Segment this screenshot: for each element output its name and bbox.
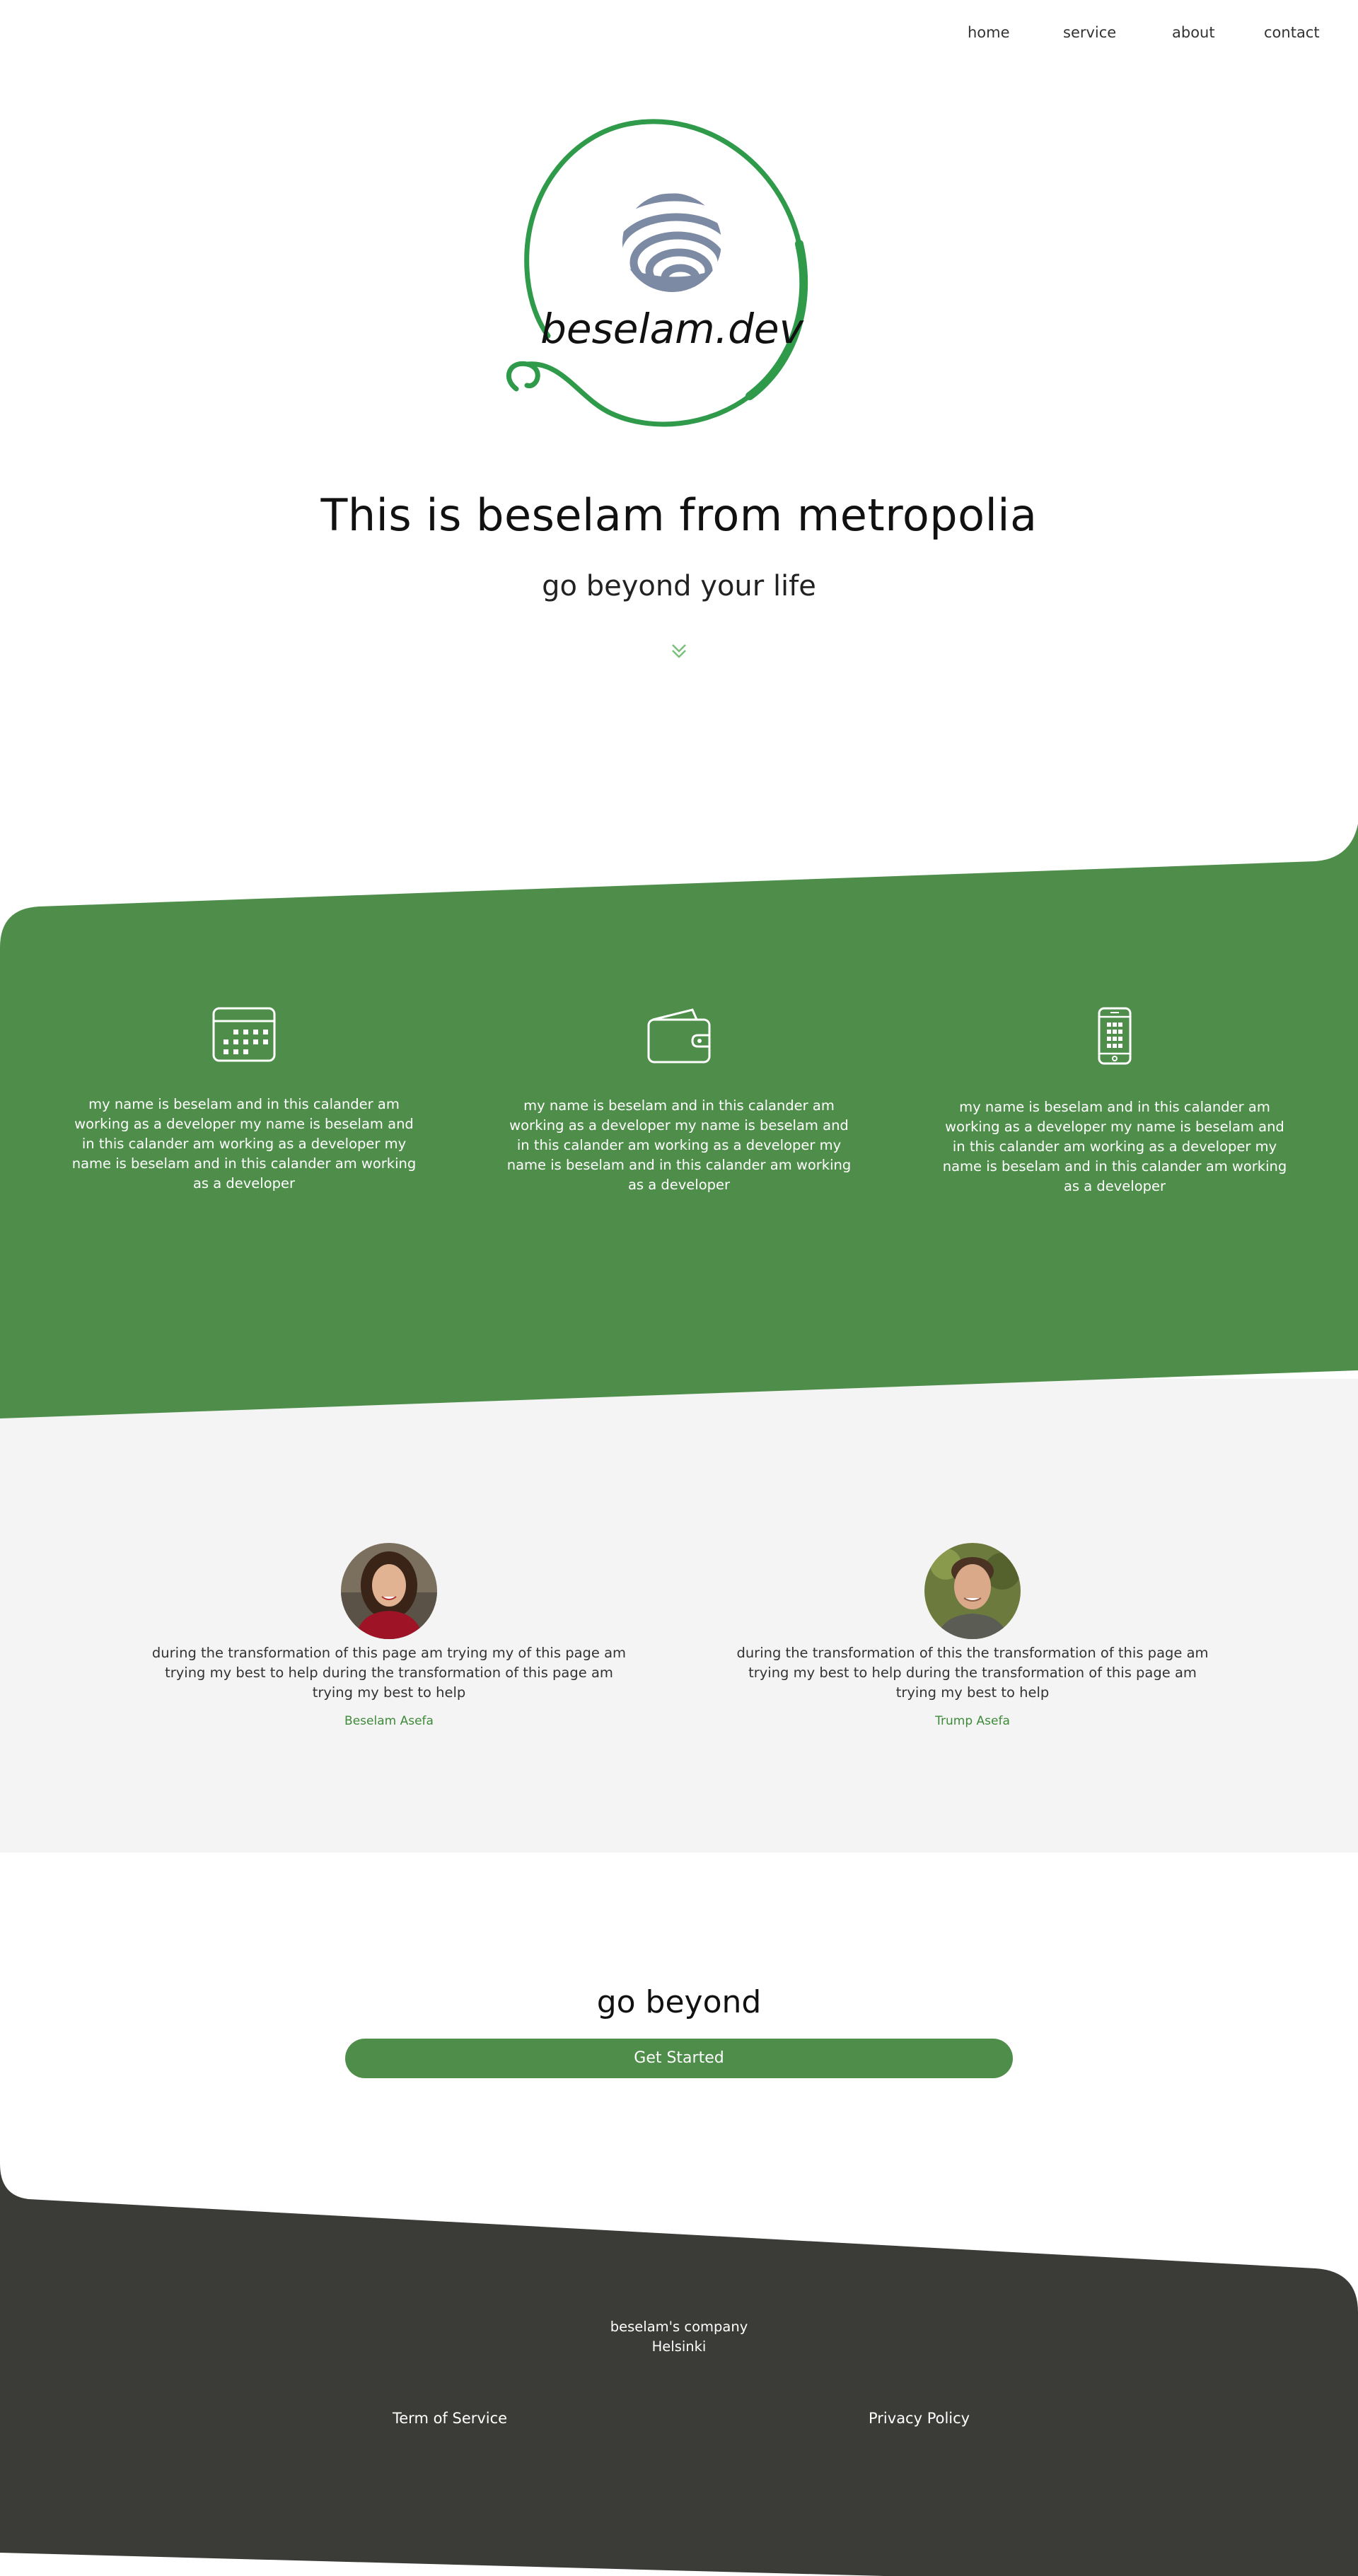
avatar	[924, 1543, 1021, 1639]
mobile-phone-icon	[1098, 1007, 1132, 1065]
get-started-button[interactable]: Get Started	[345, 2039, 1013, 2078]
privacy-policy-link[interactable]: Privacy Policy	[869, 2410, 970, 2427]
testimonial-author: Beselam Asefa	[344, 1714, 434, 1728]
testimonial-text: during the transformation of this page a…	[151, 1645, 627, 1701]
avatar	[341, 1543, 437, 1639]
footer-band	[0, 2164, 1358, 2576]
globe-icon	[622, 193, 721, 292]
hero-title: This is beselam from metropolia	[320, 489, 1038, 541]
nav-link-home[interactable]: home	[968, 24, 1010, 41]
feature-card: my name is beselam and in this calander …	[938, 1007, 1292, 1196]
calendar-icon	[212, 1007, 276, 1062]
nav-link-service[interactable]: service	[1063, 24, 1116, 41]
beselam-dev-logo: beselam.dev	[506, 119, 808, 427]
double-chevron-down-icon[interactable]	[667, 639, 691, 663]
logo-wordmark: beselam.dev	[540, 305, 804, 353]
nav-link-contact[interactable]: contact	[1264, 24, 1320, 41]
feature-text: my name is beselam and in this calander …	[942, 1099, 1287, 1194]
testimonial-card: during the transformation of this page a…	[149, 1543, 629, 1728]
footer-company-name: beselam's company	[610, 2319, 748, 2335]
terms-of-service-link[interactable]: Term of Service	[393, 2410, 507, 2427]
footer-city: Helsinki	[651, 2338, 707, 2355]
testimonial-author: Trump Asefa	[935, 1714, 1010, 1728]
feature-text: my name is beselam and in this calander …	[71, 1096, 417, 1191]
testimonial-text: during the transformation of this the tr…	[736, 1645, 1209, 1701]
wallet-icon	[647, 1008, 711, 1063]
nav-link-about[interactable]: about	[1172, 24, 1215, 41]
footer-address: beselam's company Helsinki	[0, 2317, 1358, 2357]
features-section: my name is beselam and in this calander …	[0, 990, 1358, 1230]
cta-title: go beyond	[596, 1984, 762, 2020]
testimonial-card: during the transformation of this the tr…	[732, 1543, 1213, 1728]
feature-text: my name is beselam and in this calander …	[506, 1097, 852, 1193]
feature-card: my name is beselam and in this calander …	[67, 1007, 421, 1194]
hero-subtitle: go beyond your life	[542, 570, 816, 602]
feature-card: my name is beselam and in this calander …	[502, 1007, 856, 1195]
top-navigation: home service about contact	[0, 0, 1358, 67]
